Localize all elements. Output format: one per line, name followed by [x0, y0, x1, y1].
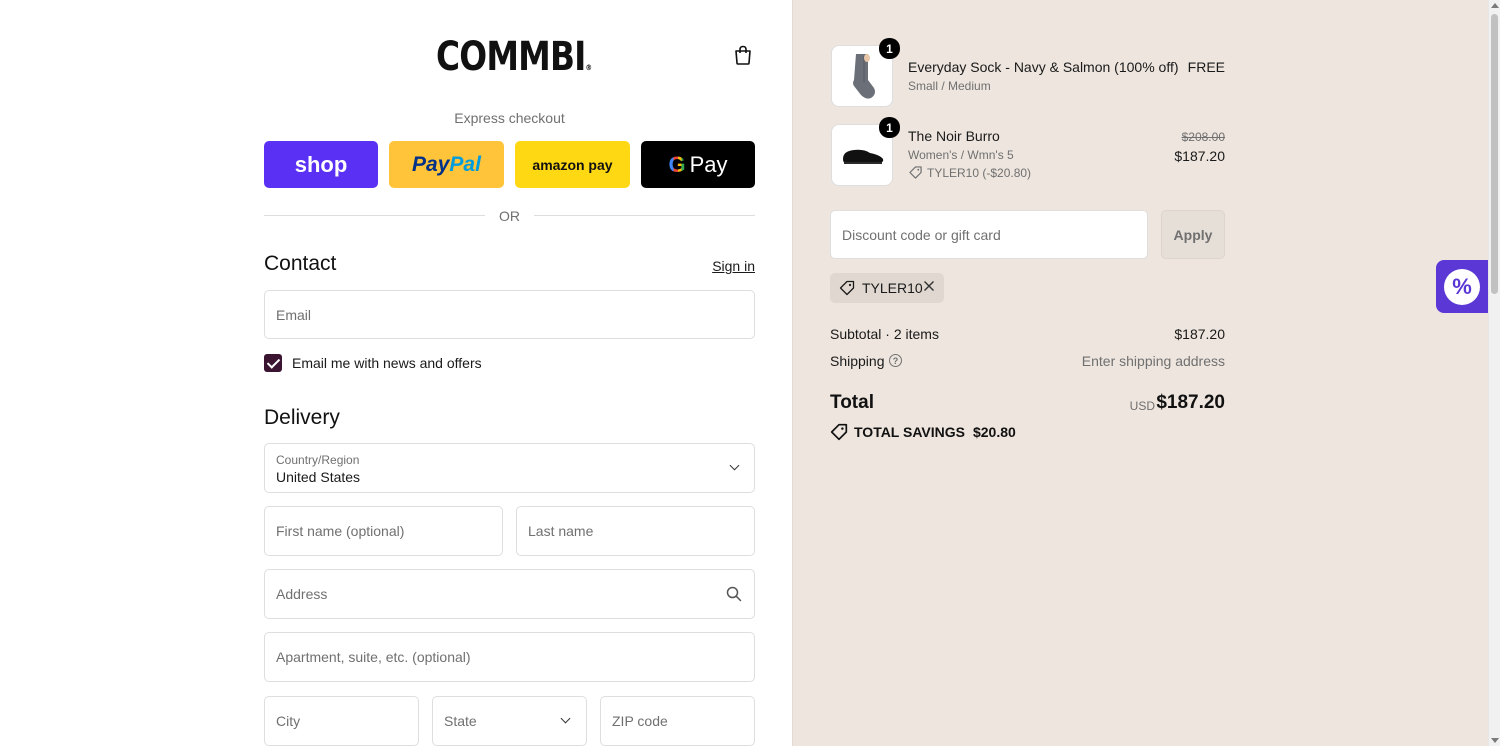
search-icon[interactable] — [726, 586, 742, 602]
discount-placeholder: Discount code or gift card — [842, 226, 1001, 243]
paypal-button[interactable]: Pay Pal — [389, 141, 504, 188]
google-pay-button[interactable]: G Pay — [641, 141, 755, 188]
subtotal-value: $187.20 — [1174, 326, 1225, 342]
country-label: Country/Region — [276, 453, 360, 467]
google-pay-label: Pay — [689, 151, 728, 177]
item-name: Everyday Sock - Navy & Salmon (100% off) — [908, 59, 1179, 75]
shipping-label: Shipping — [830, 353, 885, 369]
apartment-placeholder: Apartment, suite, etc. (optional) — [276, 649, 471, 665]
scroll-up-arrow[interactable] — [1491, 3, 1499, 8]
apartment-field[interactable]: Apartment, suite, etc. (optional) — [264, 632, 755, 682]
item-variant: Women's / Wmn's 5 — [908, 148, 1014, 162]
amazon-pay-label: amazon pay — [532, 156, 613, 173]
first-name-field[interactable]: First name (optional) — [264, 506, 503, 556]
shop-pay-label: shop — [294, 151, 348, 177]
express-checkout-label: Express checkout — [454, 110, 565, 126]
email-field[interactable]: Email — [264, 290, 755, 339]
shop-pay-button[interactable]: shop — [264, 141, 378, 188]
city-field[interactable]: City — [264, 696, 419, 746]
subtotal-label: Subtotal · 2 items — [830, 326, 939, 342]
zip-code-field[interactable]: ZIP code — [600, 696, 755, 746]
or-label: OR — [499, 208, 520, 224]
address-placeholder: Address — [276, 586, 328, 602]
applied-discount-chip: TYLER10 — [830, 273, 944, 303]
shipping-value: Enter shipping address — [1081, 353, 1225, 369]
quantity-badge: 1 — [879, 38, 900, 59]
quantity-badge: 1 — [879, 117, 900, 138]
order-summary-panel — [792, 0, 1488, 746]
last-name-field[interactable]: Last name — [516, 506, 755, 556]
brand-logo-text: COMMBI — [436, 34, 586, 80]
help-circle-icon[interactable]: ? — [889, 354, 902, 367]
applied-code-label: TYLER10 — [862, 280, 923, 296]
state-placeholder: State — [444, 713, 477, 729]
discount-widget-button[interactable]: % — [1436, 260, 1488, 313]
google-g-icon: G — [668, 151, 686, 177]
delivery-heading: Delivery — [264, 406, 340, 429]
shopping-bag-icon[interactable] — [732, 44, 754, 66]
chevron-down-icon — [729, 460, 740, 471]
item-original-price: $208.00 — [1181, 130, 1225, 144]
brand-logo[interactable]: COMMBI® — [436, 34, 592, 80]
apply-discount-button[interactable]: Apply — [1161, 210, 1225, 259]
sign-in-link[interactable]: Sign in — [690, 258, 755, 274]
savings-value: $20.80 — [972, 424, 1016, 440]
or-divider: OR — [264, 207, 755, 225]
amazon-pay-button[interactable]: amazon pay — [515, 141, 630, 188]
product-thumbnail-sock: 1 — [831, 38, 900, 107]
percent-badge-icon: % — [1444, 268, 1480, 305]
scrollbar-thumb[interactable] — [1491, 14, 1498, 294]
item-discount: TYLER10 (-$20.80) — [927, 166, 1032, 180]
zip-code-placeholder: ZIP code — [612, 713, 668, 729]
country-select[interactable]: Country/Region United States — [264, 443, 755, 493]
item-name: The Noir Burro — [908, 128, 1000, 144]
shoe-image — [843, 149, 884, 164]
first-name-placeholder: First name (optional) — [276, 523, 405, 539]
contact-heading: Contact — [264, 252, 337, 275]
paypal-label-pal: Pal — [449, 152, 481, 176]
item-price: FREE — [1187, 59, 1225, 75]
address-field[interactable]: Address — [264, 569, 755, 619]
tag-icon — [909, 166, 922, 179]
total-savings: TOTAL SAVINGS $20.80 — [830, 423, 1016, 441]
savings-label: TOTAL SAVINGS — [854, 424, 965, 440]
last-name-placeholder: Last name — [528, 523, 594, 539]
country-value: United States — [276, 469, 361, 485]
sock-image — [853, 54, 875, 99]
paypal-label-pay: Pay — [412, 152, 450, 176]
item-variant: Small / Medium — [908, 79, 991, 93]
close-icon[interactable] — [923, 280, 935, 292]
total-value: $187.20 — [1156, 392, 1225, 413]
scroll-down-arrow[interactable] — [1491, 738, 1499, 743]
item-price: $187.20 — [1174, 148, 1225, 164]
total-label: Total — [830, 392, 874, 413]
tag-icon — [839, 280, 855, 296]
city-placeholder: City — [276, 713, 301, 729]
news-offers-label[interactable]: Email me with news and offers — [292, 355, 482, 371]
email-placeholder: Email — [276, 306, 312, 323]
tag-icon — [830, 423, 848, 441]
product-thumbnail-burro: 1 — [831, 117, 900, 186]
news-offers-checkbox[interactable] — [264, 354, 282, 372]
page-scrollbar[interactable] — [1488, 0, 1500, 746]
discount-code-input[interactable]: Discount code or gift card — [830, 210, 1148, 259]
